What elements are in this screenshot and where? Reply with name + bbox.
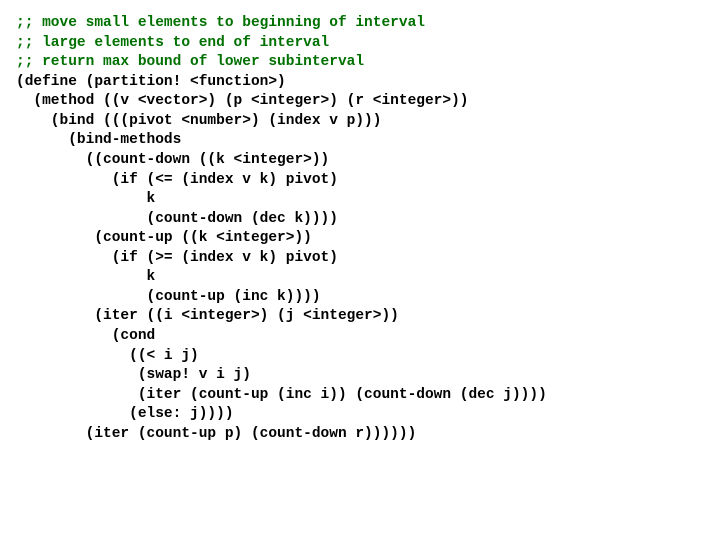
code-line-18: (iter (count-up p) (count-down r)))))) — [16, 426, 416, 442]
code-line-3: (bind-methods — [16, 132, 181, 148]
code-line-16: (iter (count-up (inc i)) (count-down (de… — [16, 387, 547, 403]
comment-line-2: ;; return max bound of lower subinterval — [16, 54, 364, 70]
code-line-15: (swap! v i j) — [16, 367, 251, 383]
comment-line-0: ;; move small elements to beginning of i… — [16, 15, 425, 31]
code-line-11: (count-up (inc k)))) — [16, 289, 321, 305]
code-line-0: (define (partition! <function>) — [16, 74, 286, 90]
code-line-6: k — [16, 191, 155, 207]
code-line-4: ((count-down ((k <integer>)) — [16, 152, 329, 168]
code-slide: ;; move small elements to beginning of i… — [0, 0, 720, 458]
code-line-5: (if (<= (index v k) pivot) — [16, 172, 338, 188]
code-line-13: (cond — [16, 328, 155, 344]
code-line-7: (count-down (dec k)))) — [16, 211, 338, 227]
code-line-10: k — [16, 269, 155, 285]
code-line-1: (method ((v <vector>) (p <integer>) (r <… — [16, 93, 468, 109]
code-line-2: (bind (((pivot <number>) (index v p))) — [16, 113, 381, 129]
code-line-17: (else: j)))) — [16, 406, 234, 422]
code-line-9: (if (>= (index v k) pivot) — [16, 250, 338, 266]
code-line-14: ((< i j) — [16, 348, 199, 364]
code-line-8: (count-up ((k <integer>)) — [16, 230, 312, 246]
comment-line-1: ;; large elements to end of interval — [16, 35, 329, 51]
code-line-12: (iter ((i <integer>) (j <integer>)) — [16, 308, 399, 324]
